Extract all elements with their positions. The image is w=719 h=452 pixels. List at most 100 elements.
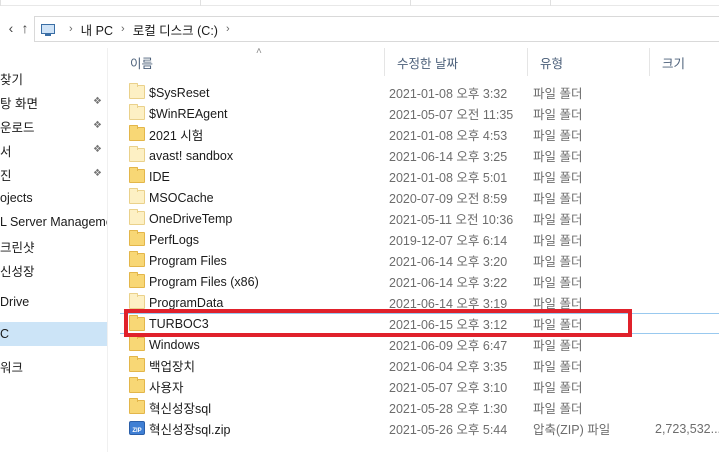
file-row[interactable]: avast! sandbox 2021-06-14 오후 3:25 파일 폴더 <box>120 145 719 166</box>
file-row[interactable]: IDE 2021-01-08 오후 5:01 파일 폴더 <box>120 166 719 187</box>
file-name: 혁신성장sql.zip <box>149 423 231 437</box>
breadcrumb-separator-icon[interactable]: › <box>69 23 73 35</box>
sidebar-item-innovation[interactable]: 신성장 <box>0 258 107 282</box>
folder-icon <box>129 251 145 267</box>
breadcrumb-this-pc[interactable]: 내 PC <box>81 20 113 39</box>
file-row[interactable]: 2021 시험 2021-01-08 오후 4:53 파일 폴더 <box>120 124 719 145</box>
file-row[interactable]: $WinREAgent 2021-05-07 오전 11:35 파일 폴더 <box>120 103 719 124</box>
pin-icon: ❖ <box>93 96 102 107</box>
file-type: 파일 폴더 <box>533 108 583 122</box>
column-header-label: 이름 <box>130 56 154 71</box>
sidebar-item-this-pc[interactable]: C <box>0 322 107 346</box>
sidebar-item-sql-server[interactable]: L Server Manageme <box>0 210 108 234</box>
file-type: 파일 폴더 <box>533 129 583 143</box>
column-header-label: 크기 <box>662 56 686 71</box>
folder-icon <box>129 293 145 309</box>
folder-icon <box>129 272 145 288</box>
sidebar-item-documents[interactable]: 서 ❖ <box>0 138 107 162</box>
file-type: 파일 폴더 <box>533 339 583 353</box>
folder-icon <box>129 209 145 225</box>
sidebar-item-network[interactable]: 워크 <box>0 354 107 378</box>
file-name: $WinREAgent <box>149 106 228 121</box>
file-type: 파일 폴더 <box>533 87 583 101</box>
file-row[interactable]: OneDriveTemp 2021-05-11 오전 10:36 파일 폴더 <box>120 208 719 229</box>
sidebar-item-pictures[interactable]: 진 ❖ <box>0 162 107 186</box>
file-name: $SysReset <box>149 85 210 100</box>
file-row[interactable]: $SysReset 2021-01-08 오후 3:32 파일 폴더 <box>120 82 719 103</box>
file-row[interactable]: 혁신성장sql 2021-05-28 오후 1:30 파일 폴더 <box>120 397 719 418</box>
file-row[interactable]: MSOCache 2020-07-09 오전 8:59 파일 폴더 <box>120 187 719 208</box>
zip-file-icon: ZIP <box>129 421 145 435</box>
sidebar-item-downloads[interactable]: 운로드 ❖ <box>0 114 107 138</box>
file-name: IDE <box>149 169 170 184</box>
folder-icon <box>129 188 145 204</box>
toolbar-segment <box>550 0 719 6</box>
file-name: ProgramData <box>149 295 224 310</box>
column-header-size[interactable]: 크기 <box>650 48 719 76</box>
pin-icon: ❖ <box>93 168 102 179</box>
folder-icon <box>129 377 145 393</box>
file-type: 파일 폴더 <box>533 171 583 185</box>
address-bar[interactable]: › 내 PC › 로컬 디스크 (C:) › <box>34 16 719 42</box>
file-type: 파일 폴더 <box>533 360 583 374</box>
sidebar-item-label: 워크 <box>0 360 24 375</box>
file-date: 2021-01-08 오후 3:32 <box>389 87 508 101</box>
sidebar-item-quick-access[interactable]: 찾기 <box>0 66 107 90</box>
file-date: 2021-01-08 오후 5:01 <box>389 171 508 185</box>
sidebar-item-desktop[interactable]: 탕 화면 ❖ <box>0 90 107 114</box>
file-name: Windows <box>149 337 200 352</box>
pin-icon: ❖ <box>93 144 102 155</box>
sidebar-item-label: L Server Manageme <box>0 215 108 229</box>
file-date: 2020-07-09 오전 8:59 <box>389 192 508 206</box>
zip-icon-text: ZIP <box>132 428 142 434</box>
column-header-type[interactable]: 유형 <box>528 48 650 76</box>
file-name: OneDriveTemp <box>149 211 233 226</box>
navigation-pane: 찾기 탕 화면 ❖ 운로드 ❖ 서 ❖ 진 ❖ ojects L Server Mana… <box>0 48 108 452</box>
file-date: 2019-12-07 오후 6:14 <box>389 234 508 248</box>
file-name: MSOCache <box>149 190 214 205</box>
pin-icon: ❖ <box>93 120 102 131</box>
folder-icon <box>129 230 145 246</box>
breadcrumb-local-disk[interactable]: 로컬 디스크 (C:) <box>133 20 218 39</box>
folder-icon <box>129 104 145 120</box>
address-bar-row: ‹ ↑ › 내 PC › 로컬 디스크 (C:) › <box>0 8 719 48</box>
sidebar-item-label: 운로드 <box>0 120 35 135</box>
highlight-annotation-box <box>124 309 632 337</box>
folder-icon <box>129 167 145 183</box>
column-header-label: 수정한 날짜 <box>397 56 458 71</box>
file-row[interactable]: 백업장치 2021-06-04 오후 3:35 파일 폴더 <box>120 355 719 376</box>
up-arrow-icon[interactable]: ↑ <box>14 17 36 39</box>
breadcrumb-separator-icon[interactable]: › <box>226 23 230 35</box>
file-row[interactable]: Program Files 2021-06-14 오후 3:20 파일 폴더 <box>120 250 719 271</box>
file-row[interactable]: Windows 2021-06-09 오후 6:47 파일 폴더 <box>120 334 719 355</box>
file-type: 파일 폴더 <box>533 213 583 227</box>
sidebar-item-label: 진 <box>0 168 12 183</box>
file-type: 파일 폴더 <box>533 150 583 164</box>
file-row[interactable]: PerfLogs 2019-12-07 오후 6:14 파일 폴더 <box>120 229 719 250</box>
file-row[interactable]: Program Files (x86) 2021-06-14 오후 3:22 파… <box>120 271 719 292</box>
file-name: avast! sandbox <box>149 148 234 163</box>
file-name: 혁신성장sql <box>149 402 211 416</box>
sidebar-item-label: C <box>0 327 10 341</box>
folder-icon <box>129 125 145 141</box>
file-date: 2021-05-28 오후 1:30 <box>389 402 508 416</box>
file-row[interactable]: 사용자 2021-05-07 오후 3:10 파일 폴더 <box>120 376 719 397</box>
column-header-name[interactable]: 이름 ˄ <box>118 46 384 76</box>
toolbar-segment <box>0 0 200 6</box>
file-name: Program Files <box>149 253 227 268</box>
file-date: 2021-05-07 오전 11:35 <box>389 108 514 122</box>
file-name: 2021 시험 <box>149 129 204 143</box>
breadcrumb-separator-icon[interactable]: › <box>121 23 125 35</box>
file-date: 2021-05-11 오전 10:36 <box>389 213 514 227</box>
sidebar-item-label: 서 <box>0 144 12 159</box>
column-header-date[interactable]: 수정한 날짜 <box>384 48 528 76</box>
column-header-label: 유형 <box>540 56 564 71</box>
toolbar-segment <box>200 0 410 6</box>
sidebar-item-onedrive[interactable]: Drive <box>0 290 107 314</box>
file-date: 2021-06-04 오후 3:35 <box>389 360 508 374</box>
sidebar-item-screenshots[interactable]: 크린샷 <box>0 234 107 258</box>
sidebar-item-label: ojects <box>0 191 33 205</box>
file-row[interactable]: ZIP 혁신성장sql.zip 2021-05-26 오후 5:44 압축(ZI… <box>120 418 719 439</box>
this-pc-icon <box>41 24 55 36</box>
sidebar-item-projects[interactable]: ojects <box>0 186 107 210</box>
